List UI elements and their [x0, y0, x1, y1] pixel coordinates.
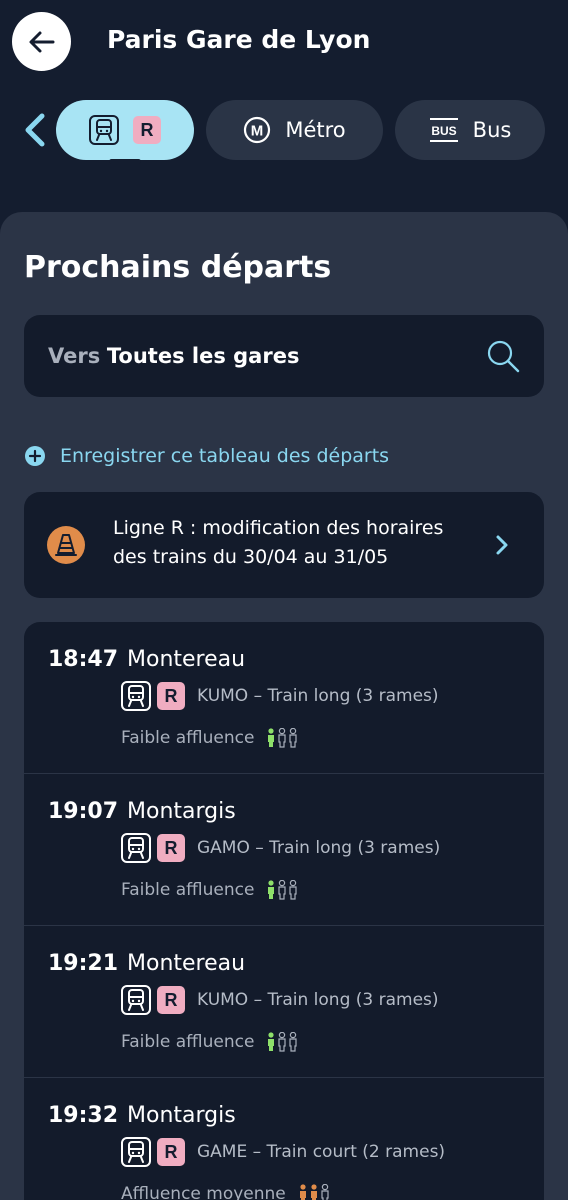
departure-destination: Montargis	[127, 799, 236, 824]
chevron-left-icon[interactable]	[22, 112, 48, 148]
traffic-alert[interactable]: Ligne R : modification des horaires des …	[24, 492, 544, 598]
alert-line-1: Ligne R : modification des horaires	[113, 517, 444, 539]
people-icon	[268, 880, 298, 900]
line-r-badge: R	[133, 116, 161, 144]
departure-row[interactable]: 19:07 Montargis R GAMO – Train long (3 r…	[24, 774, 544, 926]
departures-list: 18:47 Montereau R KUMO – Train long (3 r…	[24, 622, 544, 1200]
back-button[interactable]	[12, 12, 71, 71]
departure-time: 19:07	[48, 799, 119, 824]
line-r-badge: R	[157, 682, 185, 710]
departure-line: R GAME – Train court (2 rames)	[121, 1136, 445, 1168]
departure-time: 18:47	[48, 647, 119, 672]
crowd-label: Affluence moyenne	[121, 1184, 286, 1200]
departure-row[interactable]: 19:21 Montereau R KUMO – Train long (3 r…	[24, 926, 544, 1078]
departure-destination: Montereau	[127, 647, 246, 672]
departure-destination: Montereau	[127, 951, 246, 976]
train-info: GAME – Train court (2 rames)	[197, 1142, 446, 1162]
train-info: GAMO – Train long (3 rames)	[197, 838, 441, 858]
departure-line: R KUMO – Train long (3 rames)	[121, 984, 439, 1016]
train-icon	[121, 1137, 151, 1167]
people-icon	[299, 1184, 329, 1200]
line-r-badge: R	[157, 986, 185, 1014]
tab-bus[interactable]: BUS Bus	[395, 100, 545, 160]
line-r-badge: R	[157, 1138, 185, 1166]
arrow-left-icon	[29, 31, 54, 52]
crowd-level: Faible affluence	[121, 878, 300, 902]
departure-line: R KUMO – Train long (3 rames)	[121, 680, 439, 712]
departure-line: R GAMO – Train long (3 rames)	[121, 832, 440, 864]
mode-tabs: R M Métro BUS Bus	[0, 98, 568, 164]
departure-row[interactable]: 18:47 Montereau R KUMO – Train long (3 r…	[24, 622, 544, 774]
save-board-label: Enregistrer ce tableau des départs	[60, 445, 390, 467]
departure-time: 19:21	[48, 951, 119, 976]
search-icon[interactable]	[486, 339, 520, 373]
chevron-right-icon	[496, 535, 508, 555]
bus-icon: BUS	[429, 118, 458, 142]
metro-icon: M	[244, 116, 271, 144]
train-info: KUMO – Train long (3 rames)	[197, 990, 439, 1010]
crowd-label: Faible affluence	[121, 880, 255, 900]
crowd-label: Faible affluence	[121, 1032, 255, 1052]
tab-bus-label: Bus	[472, 118, 512, 142]
people-icon	[268, 728, 298, 748]
crowd-level: Affluence moyenne	[121, 1182, 332, 1200]
departure-row[interactable]: 19:32 Montargis R GAME – Train court (2 …	[24, 1078, 544, 1200]
train-icon	[121, 833, 151, 863]
train-icon	[121, 985, 151, 1015]
destination-search[interactable]: Vers Toutes les gares	[24, 315, 544, 397]
save-board-link[interactable]: Enregistrer ce tableau des départs	[24, 442, 389, 470]
tab-train[interactable]: R	[56, 100, 194, 164]
page-title: Paris Gare de Lyon	[107, 25, 371, 54]
tab-metro[interactable]: M Métro	[206, 100, 383, 160]
train-icon	[121, 681, 151, 711]
svg-text:BUS: BUS	[431, 124, 456, 138]
departure-destination: Montargis	[127, 1103, 236, 1128]
departure-time: 19:32	[48, 1103, 119, 1128]
alert-line-2: des trains du 30/04 au 31/05	[113, 546, 389, 568]
search-value: Toutes les gares	[106, 344, 300, 368]
header: Paris Gare de Lyon	[0, 0, 568, 82]
tab-metro-label: Métro	[285, 118, 346, 142]
plus-circle-icon	[25, 446, 45, 466]
tab-selected-indicator	[109, 159, 141, 164]
train-info: KUMO – Train long (3 rames)	[197, 686, 439, 706]
search-prefix: Vers	[48, 344, 101, 368]
section-title: Prochains départs	[24, 250, 332, 285]
crowd-label: Faible affluence	[121, 728, 255, 748]
works-cone-icon	[47, 526, 85, 564]
crowd-level: Faible affluence	[121, 726, 300, 750]
people-icon	[268, 1032, 298, 1052]
train-icon	[89, 115, 119, 145]
line-r-badge: R	[157, 834, 185, 862]
crowd-level: Faible affluence	[121, 1030, 300, 1054]
svg-text:M: M	[251, 123, 264, 140]
